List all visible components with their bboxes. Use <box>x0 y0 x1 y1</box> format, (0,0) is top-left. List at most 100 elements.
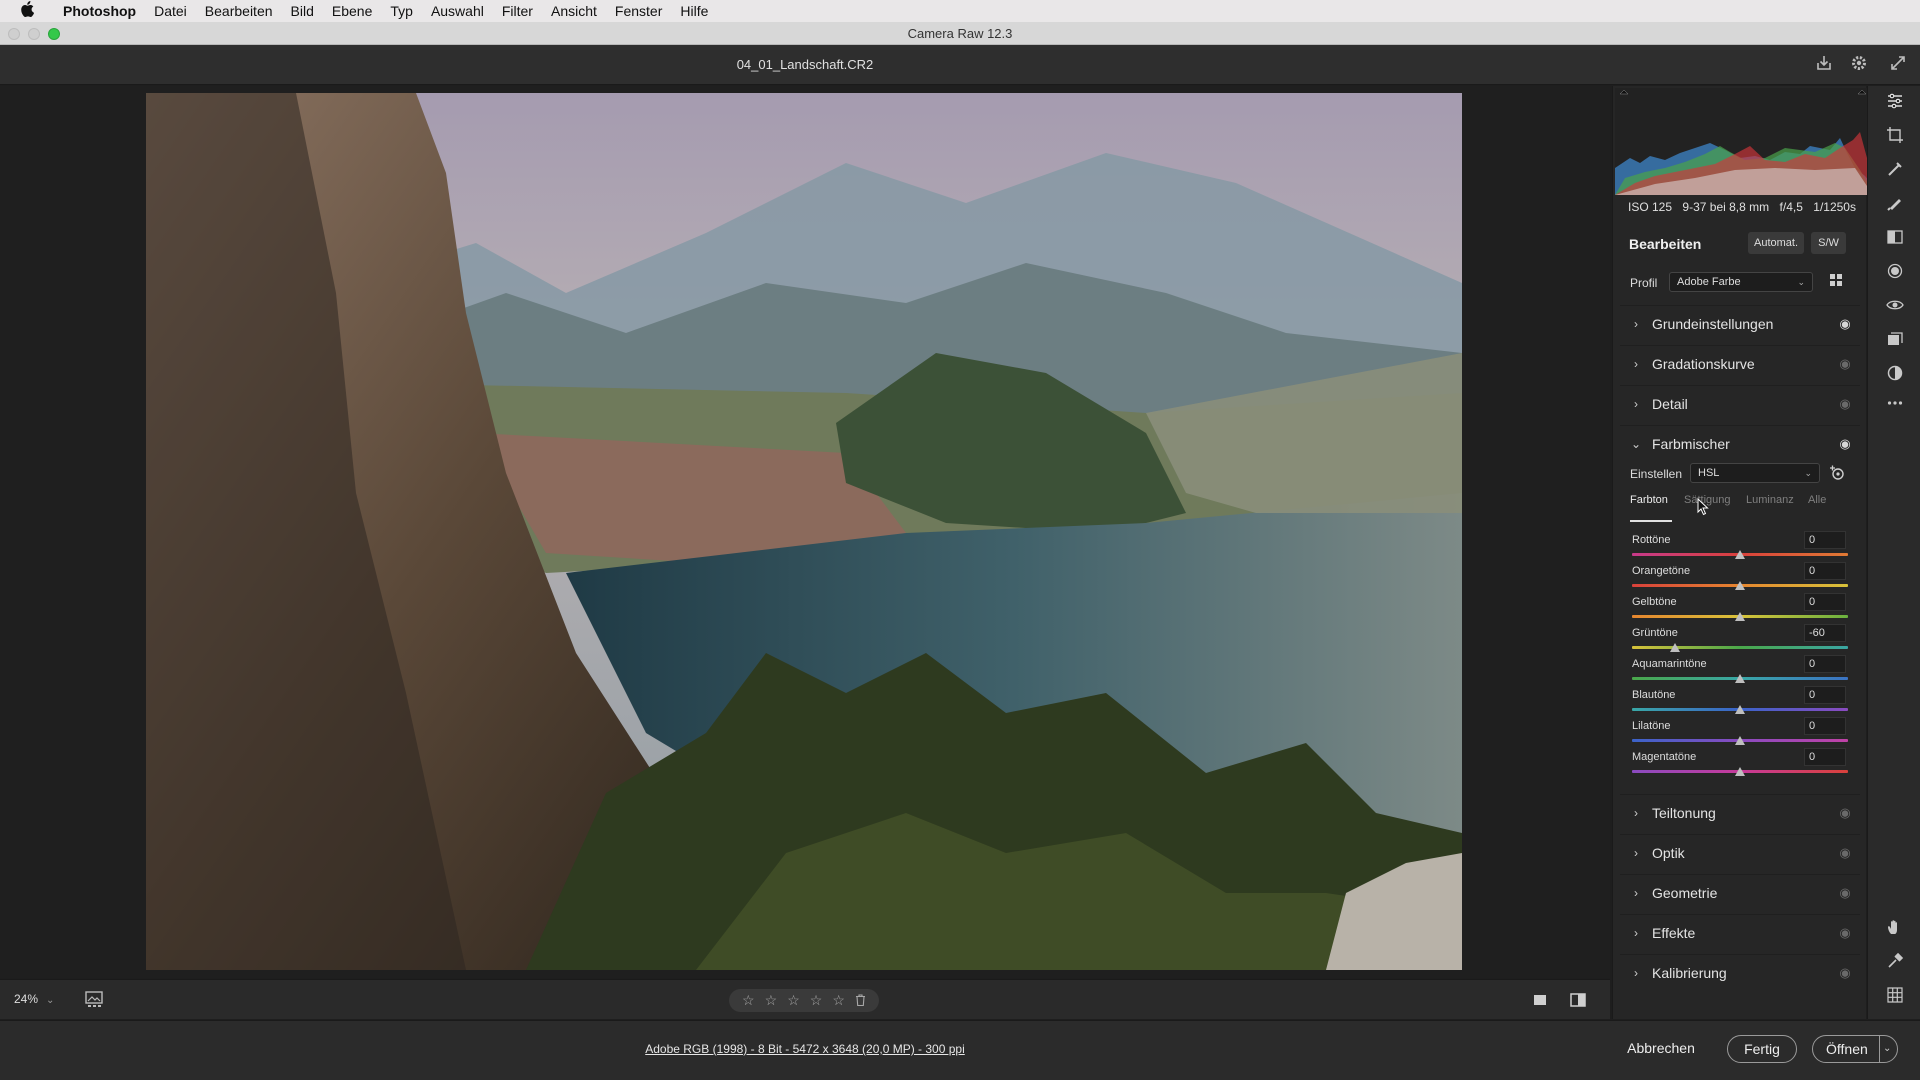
filmstrip-toggle-icon[interactable] <box>84 990 106 1010</box>
edit-sliders-icon[interactable] <box>1884 92 1906 114</box>
star-icon[interactable]: ☆ <box>742 992 755 1009</box>
slider-blautoene[interactable]: Blautöne 0 <box>1632 686 1848 720</box>
slider-lilatoene[interactable]: Lilatöne 0 <box>1632 717 1848 751</box>
menu-fenster[interactable]: Fenster <box>606 0 671 22</box>
tab-farbton[interactable]: Farbton <box>1630 494 1668 506</box>
section-detail[interactable]: › Detail ◉ <box>1620 385 1860 421</box>
star-icon[interactable]: ☆ <box>765 992 778 1009</box>
red-eye-icon[interactable] <box>1884 296 1906 318</box>
slider-thumb[interactable] <box>1735 736 1745 745</box>
slider-value-input[interactable]: 0 <box>1804 655 1846 673</box>
workflow-options-link[interactable]: Adobe RGB (1998) - 8 Bit - 5472 x 3648 (… <box>0 1042 1610 1056</box>
star-icon[interactable]: ☆ <box>832 992 845 1009</box>
slider-aquamarintoene[interactable]: Aquamarintöne 0 <box>1632 655 1848 689</box>
slider-value-input[interactable]: 0 <box>1804 686 1846 704</box>
eye-icon[interactable]: ◉ <box>1830 396 1860 412</box>
slider-magentatoene[interactable]: Magentatöne 0 <box>1632 748 1848 782</box>
section-effekte[interactable]: › Effekte ◉ <box>1620 914 1860 950</box>
apple-menu-icon[interactable] <box>0 0 54 22</box>
slider-thumb[interactable] <box>1735 581 1745 590</box>
color-sampler-icon[interactable] <box>1884 952 1906 974</box>
section-optik[interactable]: › Optik ◉ <box>1620 834 1860 870</box>
slider-value-input[interactable]: 0 <box>1804 562 1846 580</box>
eye-icon[interactable]: ◉ <box>1830 316 1860 332</box>
eye-icon[interactable]: ◉ <box>1830 965 1860 981</box>
section-grundeinstellungen[interactable]: › Grundeinstellungen ◉ <box>1620 305 1860 341</box>
section-kalibrierung[interactable]: › Kalibrierung ◉ <box>1620 954 1860 990</box>
slider-rottoene[interactable]: Rottöne 0 <box>1632 531 1848 565</box>
auto-button[interactable]: Automat. <box>1748 232 1804 254</box>
snapshots-icon[interactable] <box>1884 330 1906 352</box>
section-gradationskurve[interactable]: › Gradationskurve ◉ <box>1620 345 1860 381</box>
histogram[interactable] <box>1615 88 1871 195</box>
landscape-photo[interactable] <box>146 93 1462 970</box>
menu-auswahl[interactable]: Auswahl <box>422 0 493 22</box>
menu-ansicht[interactable]: Ansicht <box>542 0 606 22</box>
slider-orangetoene[interactable]: Orangetöne 0 <box>1632 562 1848 596</box>
cancel-button[interactable]: Abbrechen <box>1616 1035 1706 1063</box>
tab-alle[interactable]: Alle <box>1808 494 1826 506</box>
save-image-icon[interactable] <box>1813 54 1835 76</box>
slider-gruentoene[interactable]: Grüntöne -60 <box>1632 624 1848 658</box>
zoom-level-dropdown[interactable]: 24% ⌄ <box>14 992 54 1006</box>
menu-typ[interactable]: Typ <box>381 0 422 22</box>
fullscreen-icon[interactable] <box>1887 54 1909 76</box>
tab-luminanz[interactable]: Luminanz <box>1746 494 1794 506</box>
slider-thumb[interactable] <box>1735 550 1745 559</box>
single-view-icon[interactable] <box>1530 990 1550 1010</box>
slider-thumb[interactable] <box>1735 612 1745 621</box>
menu-filter[interactable]: Filter <box>493 0 542 22</box>
graduated-filter-icon[interactable] <box>1884 228 1906 250</box>
profile-browser-icon[interactable] <box>1828 272 1846 290</box>
star-icon[interactable]: ☆ <box>787 992 800 1009</box>
menu-ebene[interactable]: Ebene <box>323 0 381 22</box>
menu-bild[interactable]: Bild <box>282 0 323 22</box>
gear-icon[interactable] <box>1848 54 1870 76</box>
slider-value-input[interactable]: 0 <box>1804 748 1846 766</box>
slider-thumb[interactable] <box>1670 643 1681 652</box>
done-button[interactable]: Fertig <box>1727 1035 1797 1063</box>
section-farbmischer[interactable]: ⌄ Farbmischer ◉ <box>1620 425 1860 461</box>
presets-icon[interactable] <box>1884 364 1906 386</box>
menu-app-photoshop[interactable]: Photoshop <box>54 0 145 22</box>
slider-value-input[interactable]: 0 <box>1804 593 1846 611</box>
eye-icon[interactable]: ◉ <box>1830 356 1860 372</box>
profile-dropdown[interactable]: Adobe Farbe ⌄ <box>1669 272 1813 292</box>
crop-icon[interactable] <box>1884 126 1906 148</box>
black-white-button[interactable]: S/W <box>1811 232 1846 254</box>
adjustment-brush-icon[interactable] <box>1884 194 1906 216</box>
radial-filter-icon[interactable] <box>1884 262 1906 284</box>
hand-icon[interactable] <box>1884 918 1906 940</box>
more-options-icon[interactable] <box>1884 394 1906 416</box>
eye-icon[interactable]: ◉ <box>1830 885 1860 901</box>
chevron-down-icon: ⌄ <box>1630 436 1642 451</box>
menu-hilfe[interactable]: Hilfe <box>671 0 717 22</box>
open-button[interactable]: Öffnen ⌄ <box>1812 1035 1898 1063</box>
menu-datei[interactable]: Datei <box>145 0 196 22</box>
slider-value-input[interactable]: 0 <box>1804 531 1846 549</box>
grid-icon[interactable] <box>1884 986 1906 1008</box>
slider-thumb[interactable] <box>1735 674 1745 683</box>
targeted-adjustment-icon[interactable] <box>1828 464 1846 482</box>
slider-value-input[interactable]: -60 <box>1804 624 1846 642</box>
eye-icon[interactable]: ◉ <box>1830 805 1860 821</box>
star-icon[interactable]: ☆ <box>810 992 823 1009</box>
slider-thumb[interactable] <box>1735 767 1745 776</box>
section-geometrie[interactable]: › Geometrie ◉ <box>1620 874 1860 910</box>
slider-gelbtoene[interactable]: Gelbtöne 0 <box>1632 593 1848 627</box>
einstellen-label: Einstellen <box>1630 467 1683 481</box>
chevron-down-icon[interactable]: ⌄ <box>1883 1036 1891 1062</box>
before-after-icon[interactable] <box>1568 990 1588 1010</box>
section-teiltonung[interactable]: › Teiltonung ◉ <box>1620 794 1860 830</box>
menu-bearbeiten[interactable]: Bearbeiten <box>196 0 282 22</box>
eye-icon[interactable]: ◉ <box>1830 845 1860 861</box>
eye-icon[interactable]: ◉ <box>1830 925 1860 941</box>
eye-icon[interactable]: ◉ <box>1830 436 1860 452</box>
trash-icon[interactable] <box>855 993 866 1009</box>
einstellen-dropdown[interactable]: HSL ⌄ <box>1690 463 1820 483</box>
healing-brush-icon[interactable] <box>1884 160 1906 182</box>
slider-thumb[interactable] <box>1735 705 1745 714</box>
image-canvas[interactable] <box>0 86 1610 978</box>
slider-track[interactable] <box>1632 646 1848 649</box>
slider-value-input[interactable]: 0 <box>1804 717 1846 735</box>
